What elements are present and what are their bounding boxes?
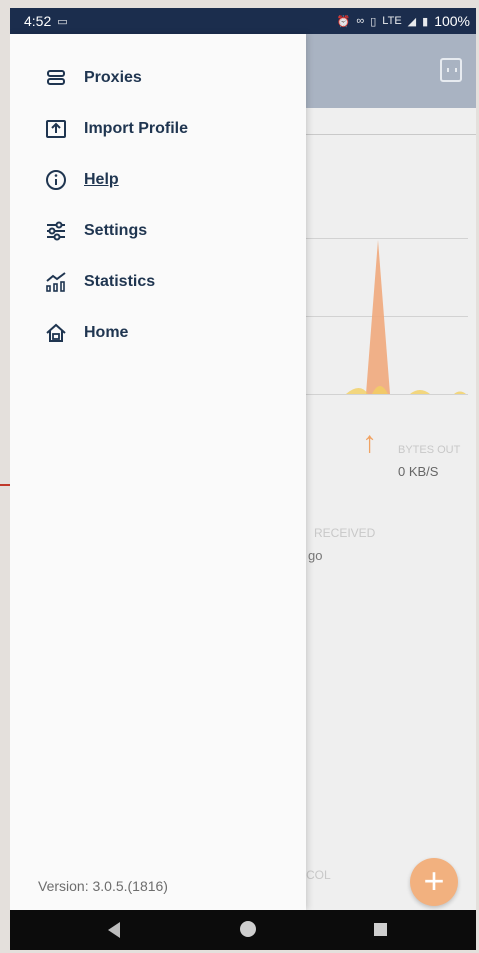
menu-item-label: Help (84, 170, 119, 188)
menu-item-label: Settings (84, 221, 148, 239)
notification-icon: ▭ (57, 15, 68, 28)
signal-icon: ◢ (407, 15, 417, 28)
bytes-in-area (346, 386, 466, 394)
system-nav-bar (10, 910, 476, 950)
navigation-drawer: Proxies Import Profile Help Settings Sta… (10, 34, 306, 910)
recents-icon[interactable] (374, 923, 387, 936)
arrow-up-icon: ↑ (362, 426, 377, 459)
menu-item-label: Import Profile (84, 119, 189, 137)
status-bar: 4:52 ▭ ⏰ ∞ ▯ LTE ◢ ▮ 100% (10, 8, 476, 34)
traffic-chart (306, 234, 476, 404)
menu-item-statistics[interactable]: Statistics (10, 256, 306, 307)
menu-item-proxies[interactable]: Proxies (10, 52, 306, 103)
code-document-icon[interactable] (440, 58, 462, 82)
divider (306, 134, 476, 135)
link-icon: ∞ (356, 15, 365, 27)
menu-item-home[interactable]: Home (10, 307, 306, 358)
info-icon (44, 168, 68, 192)
back-icon[interactable] (108, 922, 120, 938)
received-value: go (308, 548, 323, 563)
bytes-out-value: 0 KB/S (398, 464, 439, 479)
drawer-menu: Proxies Import Profile Help Settings Sta… (10, 52, 306, 358)
phone-screen: 4:52 ▭ ⏰ ∞ ▯ LTE ◢ ▮ 100% ↑ BYTES OUT 0 … (10, 8, 476, 950)
battery-icon: ▮ (422, 15, 429, 28)
menu-item-label: Proxies (84, 68, 142, 86)
sliders-icon (44, 219, 68, 243)
received-label: RECEIVED (314, 526, 376, 540)
import-upload-icon (44, 117, 68, 141)
app-version: Version: 3.0.5.(1816) (38, 878, 168, 894)
page-edge-marker (0, 484, 10, 486)
bytes-out-label: BYTES OUT (398, 444, 461, 456)
home-icon (44, 321, 68, 345)
network-type: LTE (382, 15, 402, 27)
home-circle-icon[interactable] (240, 921, 256, 937)
alarm-icon: ⏰ (336, 15, 351, 28)
menu-item-import-profile[interactable]: Import Profile (10, 103, 306, 154)
status-time: 4:52 (24, 13, 52, 29)
add-button[interactable]: + (410, 858, 458, 906)
vibrate-icon: ▯ (370, 15, 377, 28)
menu-item-label: Statistics (84, 272, 156, 290)
menu-item-help[interactable]: Help (10, 154, 306, 205)
protocol-label-fragment: COL (306, 868, 331, 882)
menu-item-settings[interactable]: Settings (10, 205, 306, 256)
menu-item-label: Home (84, 323, 129, 341)
statistics-chart-icon (44, 270, 68, 294)
server-list-icon (44, 66, 68, 90)
battery-level: 100% (434, 13, 470, 29)
chart-plot (346, 240, 466, 394)
bytes-out-spike (366, 240, 390, 394)
